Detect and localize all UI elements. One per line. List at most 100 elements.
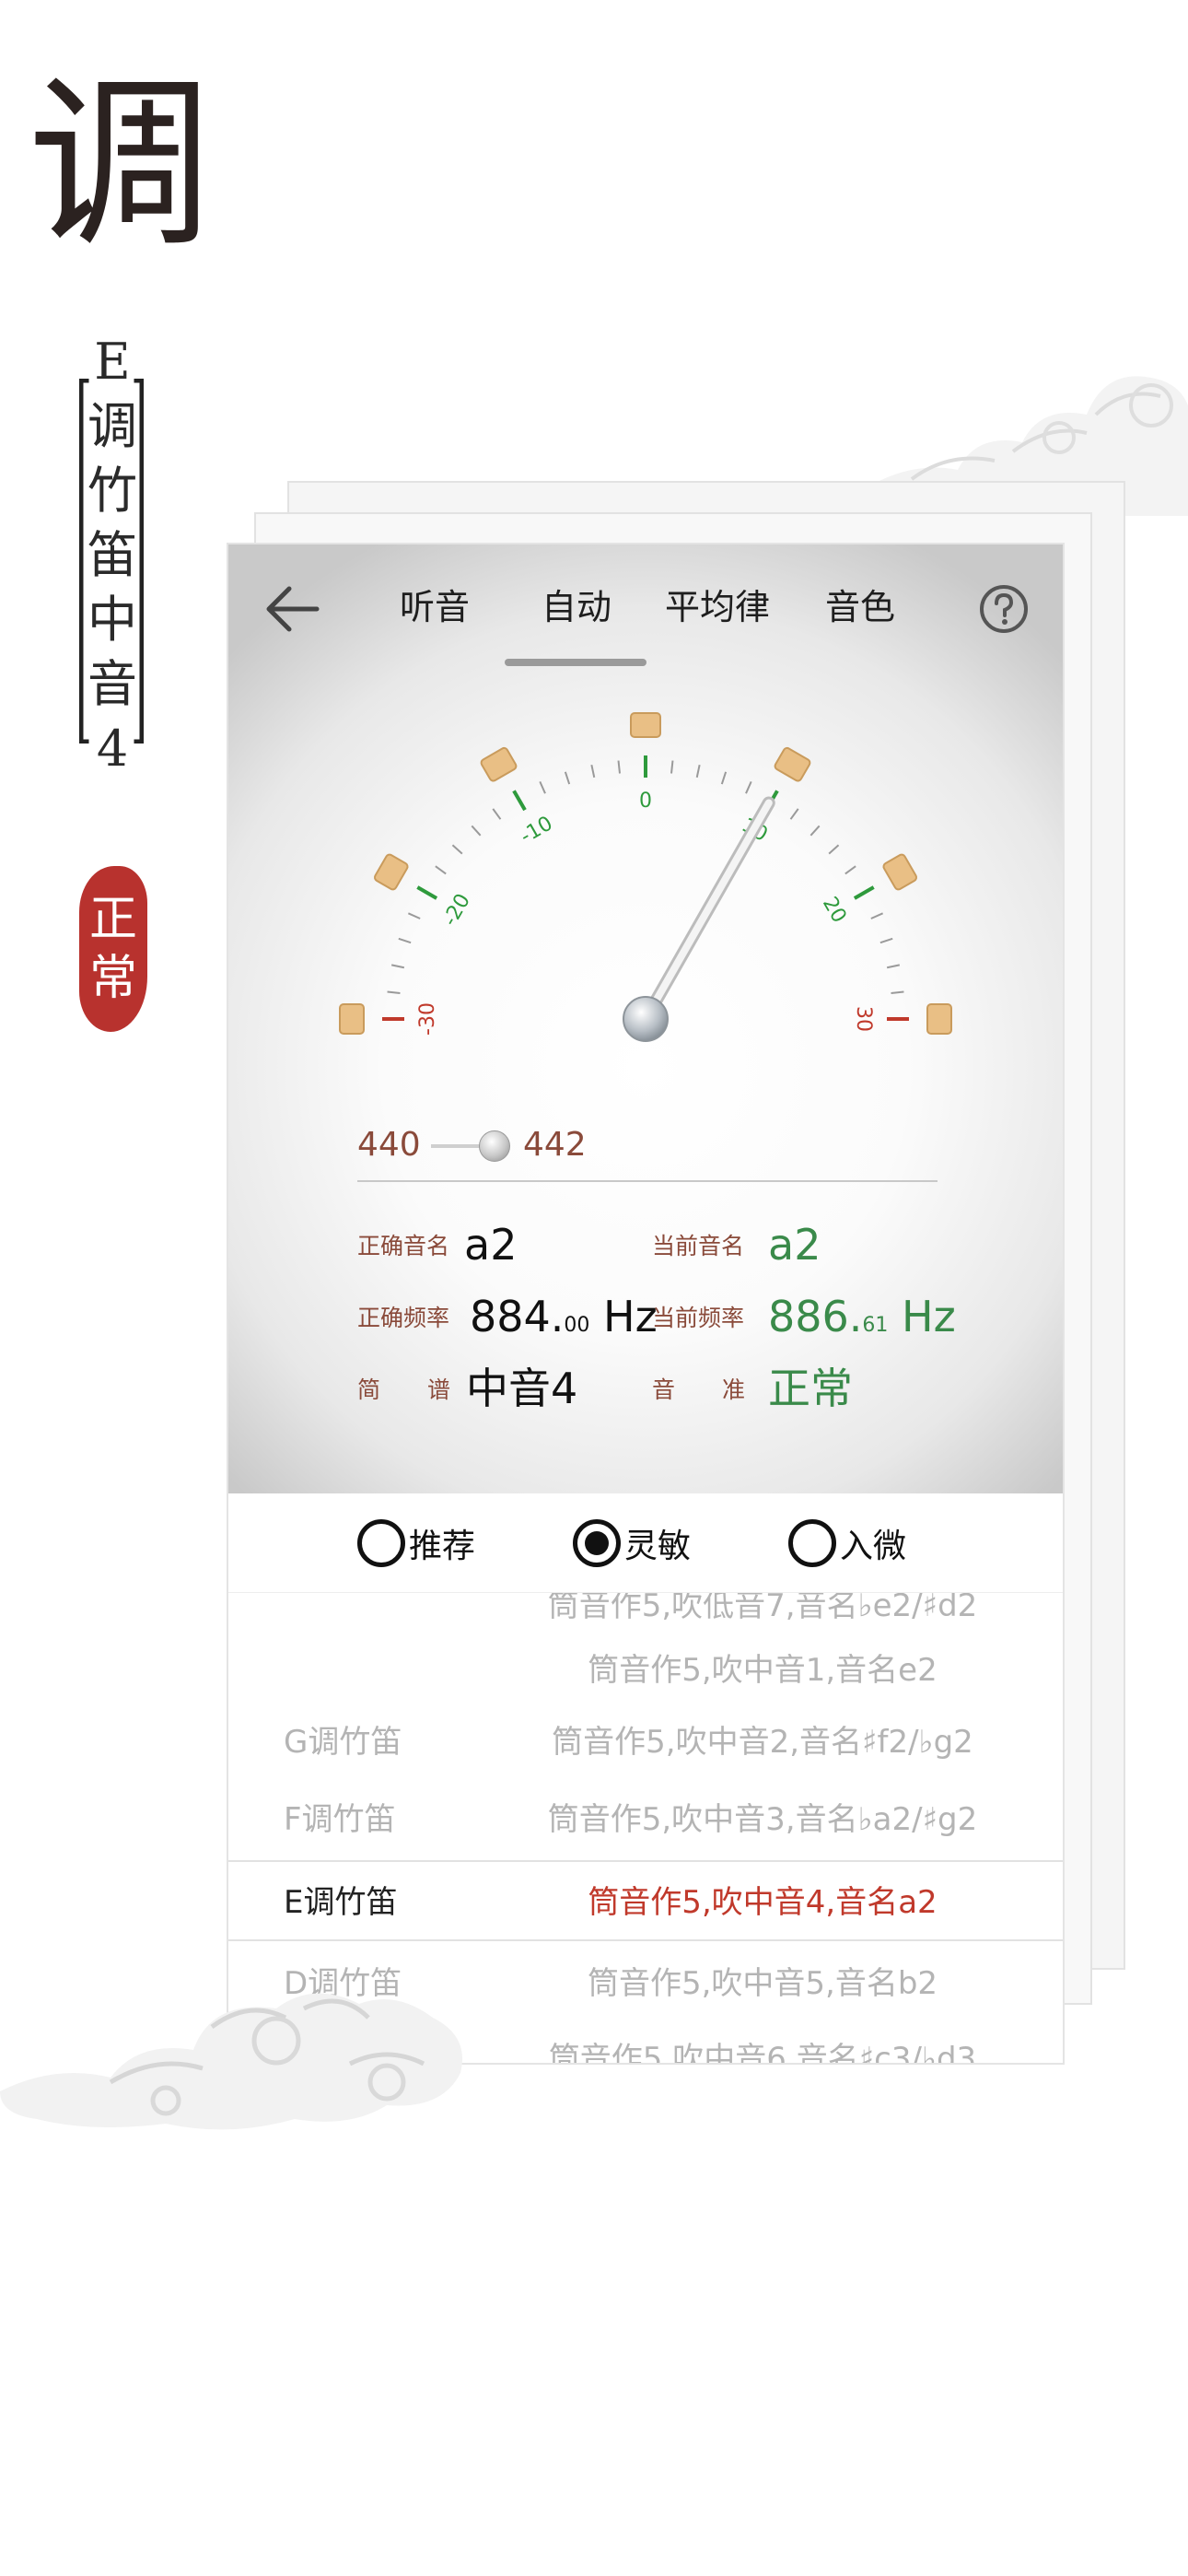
correct-freq-value: 884.00 Hz <box>470 1291 658 1352</box>
gauge-marker <box>882 853 918 891</box>
gauge-minor-tick <box>617 760 621 774</box>
reference-min: 440 <box>357 1126 421 1164</box>
vertical-title-char: 音 <box>87 655 137 713</box>
gauge-minor-tick <box>590 764 596 779</box>
correct-name-value: a2 <box>464 1220 518 1270</box>
gauge-minor-tick <box>745 780 752 794</box>
correct-freq-unit: Hz <box>603 1292 658 1341</box>
gauge-tick-label: 20 <box>818 893 851 927</box>
current-freq-int: 886. <box>768 1292 863 1341</box>
pitch-status-value: 正常 <box>768 1364 853 1413</box>
vertical-title-char: 中 <box>87 591 137 649</box>
mode-recommended[interactable]: 推荐 <box>357 1493 475 1593</box>
gauge-minor-tick <box>407 912 421 919</box>
radio-button[interactable] <box>573 1519 621 1567</box>
list-item-key: G调竹笛 <box>284 1724 402 1761</box>
current-freq-dec: 61 <box>862 1314 889 1337</box>
seal-char: 常 <box>88 951 137 1006</box>
gauge-needle <box>623 796 775 1042</box>
gauge-marker <box>339 1003 365 1035</box>
sensitivity-mode-bar: 推荐 灵敏 入微 <box>228 1493 1063 1593</box>
gauge-needle <box>642 799 773 1023</box>
gauge-hub <box>623 996 669 1042</box>
gauge-minor-tick <box>879 937 893 944</box>
gauge-marker <box>774 746 811 782</box>
mode-subtle[interactable]: 入微 <box>788 1493 906 1593</box>
list-item-description: 筒音作5,吹中音3,音名♭a2/♯g2 <box>547 1801 978 1838</box>
tuner-panel: 听音 自动 平均律 音色 -30-20-100102030 440 442 正确… <box>228 544 1063 1493</box>
jianpu-value: 中音4 <box>466 1364 578 1413</box>
list-item-description: 筒音作5,吹中音6,音名♯c3/♭d3 <box>548 2041 977 2065</box>
gauge-minor-tick <box>471 825 482 837</box>
gauge-tick-label: 0 <box>639 790 652 813</box>
gauge-minor-tick <box>435 865 447 875</box>
current-name-value: a2 <box>768 1220 821 1270</box>
correct-freq-dec: 00 <box>564 1314 590 1337</box>
pitch-label-b: 准 <box>722 1376 746 1403</box>
title-character: 调 <box>28 58 213 273</box>
gauge-minor-tick <box>670 760 674 774</box>
gauge-minor-tick <box>564 771 571 785</box>
vertical-title-char: 4 <box>96 720 129 778</box>
divider <box>357 1180 938 1182</box>
current-freq-label: 当前频率 <box>652 1305 745 1331</box>
list-item-key: E调竹笛 <box>284 1884 398 1921</box>
reference-slider-knob[interactable] <box>479 1130 510 1162</box>
gauge-major-tick <box>512 790 527 812</box>
list-item-description: 筒音作5,吹中音2,音名♯f2/♭g2 <box>552 1724 973 1761</box>
radio-button[interactable] <box>357 1519 405 1567</box>
gauge-marker <box>630 712 661 738</box>
vertical-title-char: 调 <box>87 397 137 455</box>
gauge-minor-tick <box>451 844 463 855</box>
list-item[interactable]: 筒音作5,吹中音1,音名e2 <box>228 1630 1063 1711</box>
current-freq-value: 886.61 Hz <box>768 1291 956 1352</box>
status-seal: 正 常 <box>79 866 147 1032</box>
gauge-tick-label: -30 <box>416 1002 439 1036</box>
mode-label: 入微 <box>840 1528 907 1565</box>
gauge-minor-tick <box>398 937 412 944</box>
gauge-minor-tick <box>539 780 546 794</box>
radio-button[interactable] <box>788 1519 836 1567</box>
gauge-minor-tick <box>891 990 904 994</box>
pitch-label-a: 音 <box>652 1376 676 1403</box>
list-item[interactable]: F调竹笛 筒音作5,吹中音3,音名♭a2/♯g2 <box>228 1779 1063 1860</box>
seal-char: 正 <box>88 892 137 947</box>
vertical-title: E 调 竹 笛 中 音 4 <box>85 330 140 781</box>
gauge-minor-tick <box>809 825 821 837</box>
gauge-minor-tick <box>387 990 401 994</box>
jianpu-label-a: 简 <box>357 1376 381 1403</box>
cloud-decoration-bottom <box>0 1993 462 2130</box>
mode-label: 灵敏 <box>624 1528 692 1565</box>
gauge-minor-tick <box>870 912 884 919</box>
gauge-tick-label: -10 <box>517 812 557 849</box>
list-item-key: F调竹笛 <box>284 1801 396 1838</box>
list-item-description: 筒音作5,吹中音1,音名e2 <box>588 1652 938 1689</box>
gauge-minor-tick <box>844 865 856 875</box>
app-screen: 听音 自动 平均律 音色 -30-20-100102030 440 442 正确… <box>227 543 1065 2065</box>
gauge-minor-tick <box>789 808 799 820</box>
gauge-marker <box>480 746 518 782</box>
list-item-selected[interactable]: E调竹笛 筒音作5,吹中音4,音名a2 <box>228 1860 1063 1941</box>
vertical-title-char: 竹 <box>87 462 137 520</box>
gauge-major-tick <box>416 885 438 900</box>
gauge-minor-tick <box>390 964 405 969</box>
gauge-minor-tick <box>720 771 728 785</box>
vertical-title-char: E <box>94 333 131 391</box>
list-item-description: 筒音作5,吹中音4,音名a2 <box>588 1884 938 1921</box>
correct-freq-label: 正确频率 <box>357 1305 450 1331</box>
mode-sensitive[interactable]: 灵敏 <box>573 1493 691 1593</box>
gauge-tick-label: -20 <box>438 890 475 931</box>
current-name-label: 当前音名 <box>652 1233 745 1259</box>
vertical-title-char: 笛 <box>87 526 137 584</box>
gauge-minor-tick <box>695 764 701 779</box>
list-item[interactable]: G调竹笛 筒音作5,吹中音2,音名♯f2/♭g2 <box>228 1702 1063 1783</box>
gauge-tick-label: 30 <box>852 1006 875 1032</box>
current-freq-unit: Hz <box>902 1292 956 1341</box>
mode-label: 推荐 <box>409 1528 476 1565</box>
gauge-marker <box>373 853 409 891</box>
list-item-description: 筒音作5,吹中音5,音名b2 <box>587 1965 938 2002</box>
gauge-minor-tick <box>828 844 840 855</box>
list-item-description: 筒音作5,吹低音7,音名♭e2/♯d2 <box>547 1593 978 1624</box>
gauge-minor-tick <box>886 964 901 969</box>
correct-freq-int: 884. <box>470 1292 565 1341</box>
